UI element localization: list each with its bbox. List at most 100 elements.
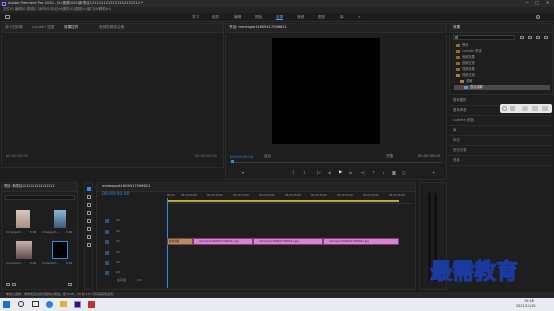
toggle-sync-lock-icon[interactable] — [105, 219, 109, 223]
maximize-button[interactable]: □ — [535, 1, 539, 5]
folder-taskbar-icon[interactable] — [60, 301, 67, 307]
track-header-v1[interactable]: V1 — [102, 238, 166, 246]
tab-effects[interactable]: 效果 — [453, 25, 460, 30]
chat-icon[interactable] — [522, 106, 528, 111]
step-back-icon[interactable]: ◂| — [328, 171, 331, 175]
slip-tool-icon[interactable] — [87, 219, 91, 223]
hand-tool-icon[interactable] — [87, 235, 91, 239]
video-clip[interactable]: mmexport1609417096621.jpg — [253, 238, 323, 245]
tab-program[interactable]: 节目: mmexport1609417096621 — [229, 25, 287, 30]
lift-icon[interactable]: ⇡ — [372, 171, 375, 175]
project-thumbnail[interactable]: mmexport... 5:00 — [42, 210, 74, 236]
tab-audio-clip-mixer[interactable]: 音频剪辑混合器 — [99, 25, 124, 30]
new-bin-icon[interactable] — [520, 36, 524, 39]
app-taskbar-icon[interactable] — [88, 301, 95, 308]
menu-clip[interactable]: 剪辑(C) — [27, 7, 39, 11]
hand-icon[interactable] — [510, 106, 515, 111]
search-icon[interactable] — [536, 15, 540, 19]
mark-in-icon[interactable]: { — [292, 171, 295, 175]
tab-lumetri-scopes[interactable]: Lumetri 范围 — [32, 25, 54, 30]
plus-icon[interactable] — [502, 106, 507, 111]
effects-list-item[interactable]: 视频过渡 — [454, 73, 550, 78]
close-button[interactable]: ✕ — [546, 1, 549, 5]
workspace-audio[interactable]: 音频 — [297, 15, 304, 20]
share-icon[interactable] — [542, 106, 548, 111]
timeline-ruler[interactable]: 00:00 00:00:05:00 00:00:10:00 00:00:15:0… — [167, 192, 413, 204]
start-icon[interactable] — [3, 301, 10, 308]
export-frame-icon[interactable]: ◙ — [392, 171, 396, 175]
track-select-tool-icon[interactable] — [87, 195, 91, 199]
premiere-taskbar-icon[interactable] — [74, 301, 81, 308]
workspace-learn[interactable]: 学习 — [192, 15, 199, 20]
video-clip[interactable]: mmexport1609417096621.jpg — [323, 238, 399, 245]
effects-search-input[interactable] — [453, 35, 515, 40]
effects-list-item-selected[interactable]: 叠加溶解 — [454, 85, 550, 90]
workspace-more-icon[interactable]: » — [358, 14, 360, 19]
gpu-icon[interactable] — [536, 36, 540, 39]
effects-list-item[interactable]: 音频效果 — [454, 55, 550, 60]
track-header-v3[interactable]: V3 — [102, 217, 166, 225]
program-timecode[interactable]: 00:00:00:00 — [230, 155, 253, 159]
list-view-icon[interactable] — [6, 283, 10, 286]
section-markers[interactable]: 标记 — [449, 136, 553, 146]
track-header-a3[interactable]: A3 — [102, 269, 166, 277]
video-clip[interactable]: mmexport1609417096621.jpg — [193, 238, 253, 245]
taskbar-search-icon[interactable] — [18, 301, 24, 307]
program-fit-select[interactable]: 适合 — [264, 154, 271, 159]
effects-list-item[interactable]: 溶解 — [454, 79, 550, 84]
edge-icon[interactable] — [46, 301, 53, 308]
tab-effect-controls[interactable]: 效果控件 — [64, 25, 78, 30]
effects-list-item[interactable]: 音频过渡 — [454, 61, 550, 66]
tab-project[interactable]: 项目: 新项目1212121212121212 — [4, 184, 54, 188]
workspace-effects[interactable]: 效果 — [276, 15, 284, 21]
step-forward-icon[interactable]: |▸ — [349, 171, 352, 175]
yuv-icon[interactable] — [528, 36, 532, 39]
workspace-color[interactable]: 颜色 — [255, 15, 262, 20]
timeline-timecode[interactable]: 00:00:00:00 — [102, 192, 129, 198]
razor-tool-icon[interactable] — [87, 211, 91, 215]
workspace-graphics[interactable]: 图形 — [318, 15, 325, 20]
toggle-sync-lock-icon[interactable] — [105, 271, 109, 275]
track-header-a1[interactable]: A1 — [102, 249, 166, 257]
toggle-sync-lock-icon[interactable] — [105, 230, 109, 234]
pen-tool-icon[interactable] — [87, 227, 91, 231]
tab-sequence[interactable]: mmexport1609417096621 — [102, 184, 150, 189]
toggle-sync-lock-icon[interactable] — [105, 240, 109, 244]
section-libraries[interactable]: 库 — [449, 126, 553, 136]
type-tool-icon[interactable] — [87, 243, 91, 247]
new-item-icon[interactable] — [68, 283, 72, 286]
menu-marker[interactable]: 标记(M) — [51, 7, 63, 11]
home-icon[interactable] — [5, 15, 10, 19]
go-to-in-icon[interactable]: |← — [317, 171, 322, 175]
go-to-out-icon[interactable]: →| — [360, 171, 365, 175]
ripple-edit-tool-icon[interactable] — [87, 203, 91, 207]
program-scrubber[interactable] — [230, 162, 442, 163]
effects-list-item[interactable]: 预设 — [454, 43, 550, 48]
track-header-v2[interactable]: V2 — [102, 228, 166, 236]
tab-source[interactable]: 源:(无剪辑) — [5, 25, 23, 30]
toggle-sync-lock-icon[interactable] — [105, 251, 109, 255]
menu-edit[interactable]: 编辑(E) — [15, 7, 27, 11]
section-lumetri-color[interactable]: Lumetri 颜色 — [449, 116, 553, 126]
workspace-libraries[interactable]: 库 — [340, 15, 344, 20]
track-header-a2[interactable]: A2 — [102, 259, 166, 267]
float-icon[interactable] — [544, 36, 548, 39]
extract-icon[interactable]: ⇣ — [382, 171, 385, 175]
icon-view-icon[interactable] — [12, 283, 16, 286]
mark-out-icon[interactable]: } — [303, 171, 306, 175]
menu-view[interactable]: 视图(V) — [75, 7, 87, 11]
toggle-sync-lock-icon[interactable] — [105, 261, 109, 265]
menu-sequence[interactable]: 序列(S) — [39, 7, 51, 11]
playhead-icon[interactable] — [231, 160, 234, 163]
project-thumbnail[interactable]: mmexport... 5:00 — [6, 210, 38, 236]
menu-graphics[interactable]: 图形(G) — [63, 7, 75, 11]
add-marker-icon[interactable]: ▾ — [242, 171, 244, 175]
add-button-icon[interactable]: + — [432, 171, 435, 175]
project-thumbnail[interactable]: mmexport... 5:00 — [6, 241, 38, 267]
workspace-assembly[interactable]: 组件 — [212, 15, 219, 20]
section-info[interactable]: 信息 — [449, 156, 553, 166]
work-area-bar[interactable] — [167, 200, 399, 202]
workspace-editing[interactable]: 编辑 — [234, 15, 241, 20]
minimize-button[interactable]: — — [525, 1, 529, 5]
task-view-icon[interactable] — [32, 301, 39, 307]
